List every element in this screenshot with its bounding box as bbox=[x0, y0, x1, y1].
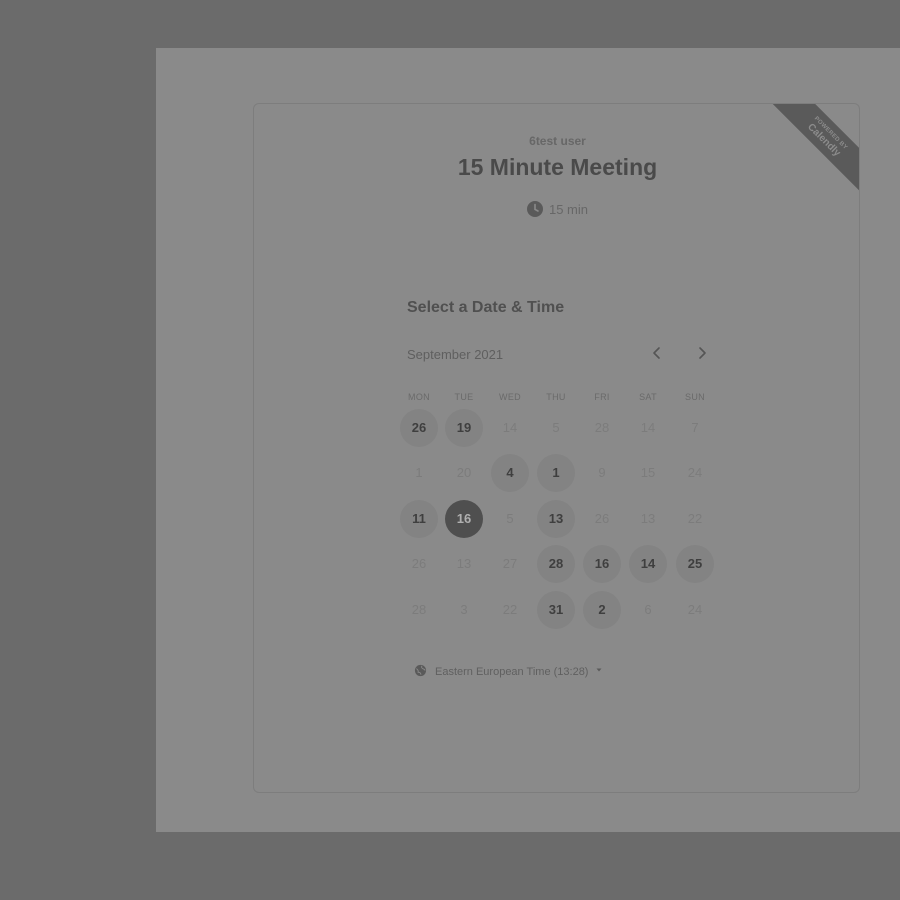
caret-down-icon bbox=[596, 668, 602, 672]
calendar-day[interactable]: 19 bbox=[445, 409, 483, 447]
powered-by-ribbon[interactable]: POWERED BY Calendly bbox=[767, 104, 859, 196]
weekday-thu: THU bbox=[546, 392, 566, 402]
calendar-day: 13 bbox=[456, 556, 472, 571]
calendar-day: 26 bbox=[411, 556, 427, 571]
weekday-wed: WED bbox=[499, 392, 521, 402]
weekday-sun: SUN bbox=[685, 392, 705, 402]
previous-month-button[interactable] bbox=[646, 342, 668, 364]
chevron-right-icon bbox=[699, 347, 706, 359]
calendar-day: 22 bbox=[502, 602, 518, 617]
calendar-day[interactable]: 1 bbox=[537, 454, 575, 492]
next-month-button[interactable] bbox=[691, 342, 713, 364]
calendar-day: 1 bbox=[415, 465, 423, 480]
timezone-selector[interactable]: Eastern European Time (13:28) bbox=[414, 664, 603, 678]
calendar-day: 24 bbox=[687, 465, 703, 480]
calendar-day: 5 bbox=[506, 511, 514, 526]
calendar-day: 28 bbox=[411, 602, 427, 617]
calendar-day[interactable]: 13 bbox=[537, 500, 575, 538]
ribbon-body: POWERED BY Calendly bbox=[767, 104, 859, 196]
calendar-day[interactable]: 4 bbox=[491, 454, 529, 492]
calendar-day[interactable]: 16 bbox=[583, 545, 621, 583]
calendar-day: 13 bbox=[640, 511, 656, 526]
calendar-day[interactable]: 26 bbox=[400, 409, 438, 447]
host-name: 6test user bbox=[529, 134, 586, 148]
calendar-day: 27 bbox=[502, 556, 518, 571]
duration-label: 15 min bbox=[548, 202, 589, 217]
calendar-day: 20 bbox=[456, 465, 472, 480]
chevron-left-icon bbox=[653, 347, 660, 359]
calendar-day: 5 bbox=[552, 420, 560, 435]
calendar-day: 3 bbox=[460, 602, 468, 617]
weekday-tue: TUE bbox=[454, 392, 474, 402]
calendar-day[interactable]: 31 bbox=[537, 591, 575, 629]
calendar-day[interactable]: 14 bbox=[629, 545, 667, 583]
calendar-day-selected[interactable]: 16 bbox=[445, 500, 483, 538]
calendar-day: 14 bbox=[502, 420, 518, 435]
calendar-day: 28 bbox=[594, 420, 610, 435]
calendar-day: 22 bbox=[687, 511, 703, 526]
weekday-fri: FRI bbox=[594, 392, 610, 402]
calendar-day: 6 bbox=[644, 602, 652, 617]
calendar-day: 24 bbox=[687, 602, 703, 617]
section-title: Select a Date & Time bbox=[407, 299, 565, 316]
calendar-day[interactable]: 28 bbox=[537, 545, 575, 583]
month-label: September 2021 bbox=[407, 347, 504, 362]
event-title: 15 Minute Meeting bbox=[457, 154, 658, 180]
clock-icon bbox=[526, 201, 543, 217]
globe-icon bbox=[414, 664, 427, 677]
calendar-day: 14 bbox=[640, 420, 656, 435]
weekday-mon: MON bbox=[408, 392, 430, 402]
weekday-sat: SAT bbox=[639, 392, 657, 402]
calendar-day: 15 bbox=[640, 465, 656, 480]
scheduling-card: POWERED BY Calendly 6test user 15 Minute… bbox=[253, 103, 860, 793]
calendar-day[interactable]: 11 bbox=[400, 500, 438, 538]
calendar-day[interactable]: 25 bbox=[676, 545, 714, 583]
calendar-day: 26 bbox=[594, 511, 610, 526]
calendar-day: 9 bbox=[598, 465, 606, 480]
calendar-day[interactable]: 2 bbox=[583, 591, 621, 629]
event-duration: 15 min bbox=[254, 201, 859, 217]
calendar-day: 7 bbox=[691, 420, 699, 435]
timezone-label: Eastern European Time (13:28) bbox=[435, 666, 589, 678]
